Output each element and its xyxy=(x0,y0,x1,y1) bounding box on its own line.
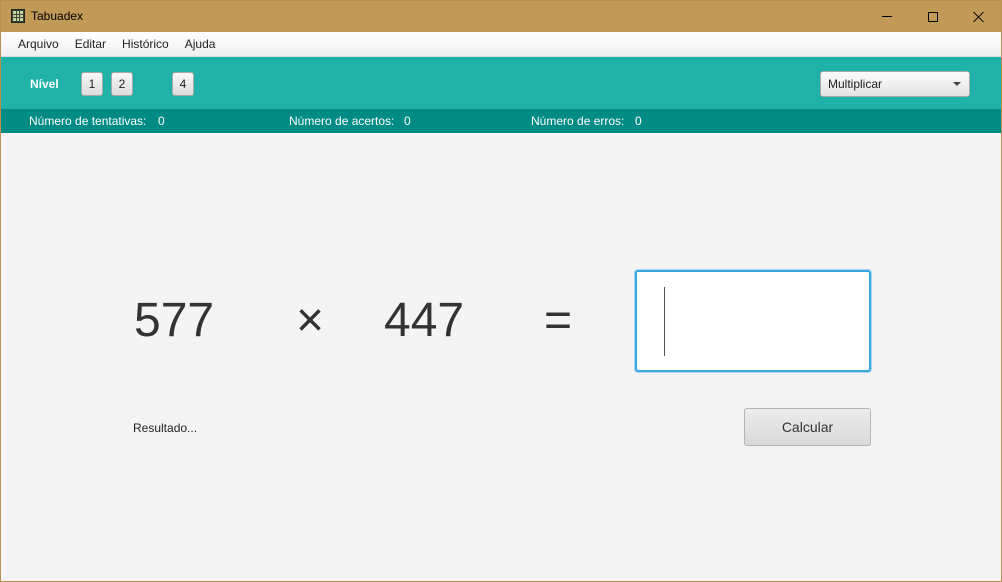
level-4-button[interactable]: 4 xyxy=(172,72,194,96)
window-title: Tabuadex xyxy=(31,9,84,23)
attempts-value: 0 xyxy=(158,114,165,128)
operand-a: 577 xyxy=(134,294,215,347)
maximize-icon xyxy=(928,11,938,22)
calculate-button[interactable]: Calcular xyxy=(744,408,871,446)
level-label: Nível xyxy=(30,77,59,91)
operation-select[interactable]: Multiplicar xyxy=(820,71,970,97)
menu-ajuda[interactable]: Ajuda xyxy=(177,32,224,57)
menu-editar[interactable]: Editar xyxy=(67,32,114,57)
correct-label: Número de acertos: xyxy=(289,114,395,128)
menu-historico[interactable]: Histórico xyxy=(114,32,177,57)
chevron-down-icon xyxy=(953,82,961,86)
correct-value: 0 xyxy=(404,114,411,128)
level-2-button[interactable]: 2 xyxy=(111,72,133,96)
answer-input[interactable] xyxy=(635,270,871,372)
close-button[interactable] xyxy=(956,1,1002,32)
operation-select-value: Multiplicar xyxy=(828,77,883,91)
minimize-icon xyxy=(882,16,892,17)
close-icon xyxy=(973,11,985,23)
attempts-label: Número de tentativas: xyxy=(29,114,147,128)
operator-symbol: × xyxy=(296,294,325,347)
title-bar[interactable]: Tabuadex xyxy=(1,1,1001,32)
level-toolbar: Nível 1 2 4 Multiplicar xyxy=(1,57,1001,109)
level-1-button[interactable]: 1 xyxy=(81,72,103,96)
text-caret xyxy=(664,287,665,356)
maximize-button[interactable] xyxy=(910,1,956,32)
result-label: Resultado... xyxy=(133,421,198,435)
errors-value: 0 xyxy=(635,114,642,128)
equals-symbol: = xyxy=(544,294,573,347)
menu-arquivo[interactable]: Arquivo xyxy=(10,32,67,57)
operand-b: 447 xyxy=(384,294,465,347)
minimize-button[interactable] xyxy=(864,1,910,32)
errors-label: Número de erros: xyxy=(531,114,625,128)
app-icon xyxy=(11,9,25,23)
app-window: Tabuadex Arquivo Editar Histórico Ajuda … xyxy=(0,0,1002,582)
menu-bar: Arquivo Editar Histórico Ajuda xyxy=(1,32,1001,57)
stats-bar: Número de tentativas: 0 Número de acerto… xyxy=(1,109,1001,133)
